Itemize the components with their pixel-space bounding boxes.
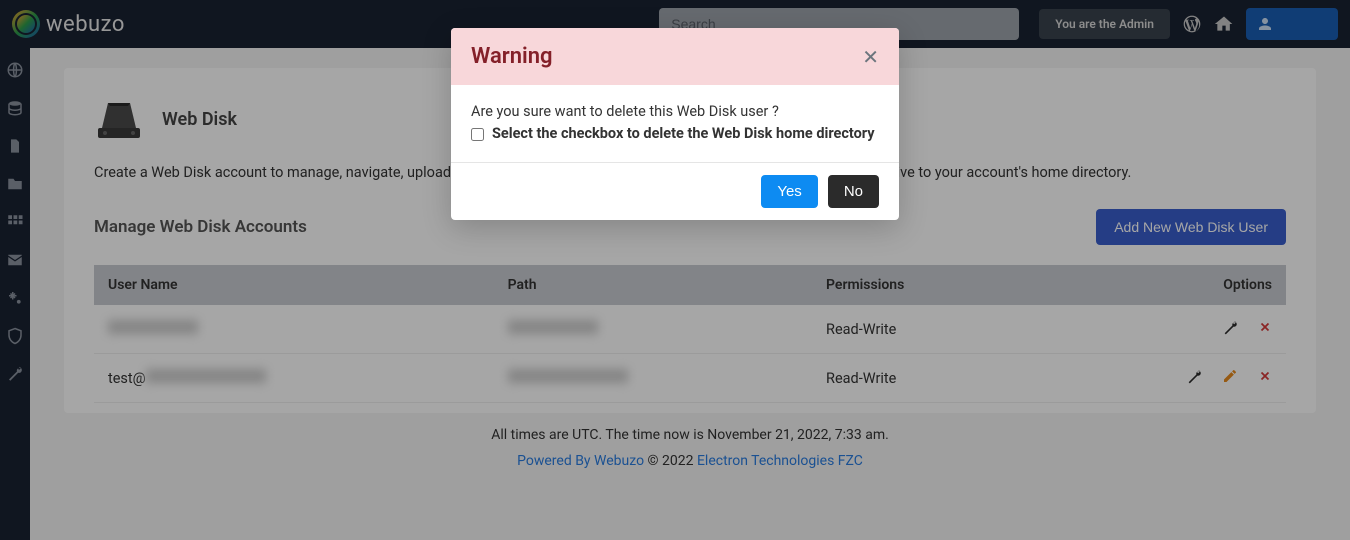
warning-modal: Warning ✕ Are you sure want to delete th…: [451, 28, 899, 220]
delete-home-dir-checkbox[interactable]: [471, 128, 484, 141]
modal-title: Warning: [471, 44, 553, 69]
no-button[interactable]: No: [828, 175, 879, 208]
modal-question: Are you sure want to delete this Web Dis…: [471, 103, 879, 120]
checkbox-label: Select the checkbox to delete the Web Di…: [492, 124, 875, 144]
yes-button[interactable]: Yes: [761, 175, 817, 208]
close-icon[interactable]: ✕: [862, 47, 879, 67]
